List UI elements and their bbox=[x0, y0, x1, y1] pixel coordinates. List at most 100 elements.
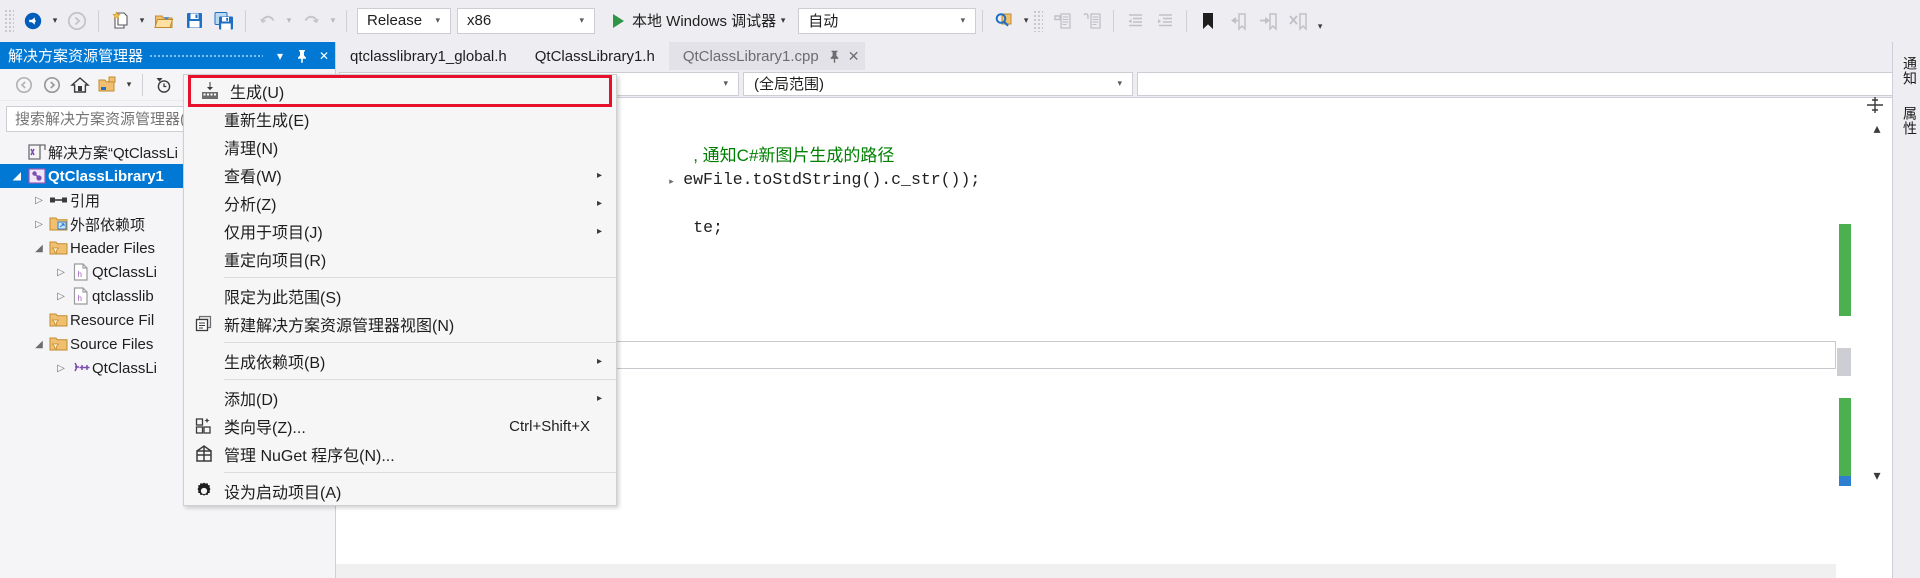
menu-item-新建解决方案资源管理器视图N[interactable]: 新建解决方案资源管理器视图(N) bbox=[184, 310, 616, 338]
navigate-back-button[interactable] bbox=[18, 6, 48, 36]
document-tab-label: qtclasslibrary1_global.h bbox=[350, 47, 507, 65]
bookmark-icon[interactable] bbox=[1193, 6, 1223, 36]
menu-item-重新生成E[interactable]: 重新生成(E) bbox=[184, 105, 616, 133]
find-dropdown[interactable]: ▾ bbox=[1019, 6, 1033, 36]
se-home-icon[interactable] bbox=[66, 72, 94, 98]
scroll-up-icon[interactable]: ▴ bbox=[1866, 120, 1888, 137]
se-show-all-files-icon[interactable] bbox=[94, 72, 122, 98]
find-icon[interactable] bbox=[989, 6, 1019, 36]
next-bookmark-icon[interactable] bbox=[1253, 6, 1283, 36]
class-wizard-icon bbox=[184, 416, 224, 436]
new-item-button[interactable] bbox=[105, 6, 135, 36]
menu-item-生成依赖项B[interactable]: 生成依赖项(B) ▸ bbox=[184, 347, 616, 375]
menu-separator bbox=[224, 472, 616, 473]
menu-item-类向导Z[interactable]: 类向导(Z)... Ctrl+Shift+X bbox=[184, 412, 616, 440]
menu-item-label: 添加(D) bbox=[224, 392, 279, 409]
document-tab-qtclasslibrary1-h[interactable]: QtClassLibrary1.h bbox=[520, 42, 669, 70]
svg-text:h: h bbox=[78, 294, 82, 303]
toolbar-overflow-icon[interactable]: ▾ bbox=[1313, 6, 1327, 36]
menu-item-限定为此范围S[interactable]: 限定为此范围(S) bbox=[184, 282, 616, 310]
start-debugging-dropdown[interactable]: ▾ bbox=[776, 6, 790, 36]
tree-item-label: 外部依赖项 bbox=[70, 216, 146, 234]
expand-arrow-closed-icon[interactable]: ▷ bbox=[30, 219, 48, 230]
menu-separator bbox=[224, 379, 616, 380]
se-pending-changes-icon[interactable] bbox=[149, 72, 177, 98]
chevron-down-icon: ▾ bbox=[1117, 78, 1122, 88]
toolbar-separator-1 bbox=[98, 9, 99, 32]
save-all-button[interactable] bbox=[209, 6, 239, 36]
se-show-all-files-dropdown[interactable]: ▾ bbox=[122, 70, 136, 100]
menu-item-添加D[interactable]: 添加(D) ▸ bbox=[184, 384, 616, 412]
debug-target-combo[interactable]: 自动 ▾ bbox=[798, 7, 977, 34]
expand-arrow-closed-icon[interactable]: ▷ bbox=[52, 267, 70, 278]
solution-configuration-combo[interactable]: Release ▾ bbox=[357, 7, 451, 34]
toolbar-grip[interactable] bbox=[4, 8, 14, 33]
toolbar-separator-2 bbox=[245, 9, 246, 32]
submenu-arrow-icon: ▸ bbox=[596, 169, 602, 181]
close-icon[interactable]: ✕ bbox=[313, 44, 335, 68]
menu-item-label: 类向导(Z)... bbox=[224, 420, 306, 437]
se-forward-icon[interactable] bbox=[38, 72, 66, 98]
save-button[interactable] bbox=[179, 6, 209, 36]
split-view-icon[interactable] bbox=[1866, 96, 1888, 114]
expand-arrow-closed-icon[interactable]: ▷ bbox=[52, 363, 70, 374]
fold-marker-icon[interactable]: ▸ bbox=[669, 169, 683, 193]
navigate-forward-button[interactable] bbox=[62, 6, 92, 36]
open-file-button[interactable] bbox=[149, 6, 179, 36]
tool-tab-properties[interactable]: 属性 bbox=[1894, 100, 1920, 142]
build-icon bbox=[190, 81, 230, 101]
redo-button[interactable] bbox=[296, 6, 326, 36]
solution-platform-combo[interactable]: x86 ▾ bbox=[457, 7, 595, 34]
menu-item-重定向项目R[interactable]: 重定向项目(R) bbox=[184, 245, 616, 273]
svg-text:h: h bbox=[78, 270, 82, 279]
submenu-arrow-icon: ▸ bbox=[596, 355, 602, 367]
navbar-scope-combo[interactable]: (全局范围) ▾ bbox=[743, 71, 1133, 96]
pin-icon[interactable] bbox=[829, 50, 840, 63]
uncomment-icon[interactable] bbox=[1077, 6, 1107, 36]
undo-dropdown[interactable]: ▾ bbox=[282, 6, 296, 36]
chevron-down-icon: ▾ bbox=[960, 15, 966, 25]
window-dropdown-icon[interactable]: ▾ bbox=[269, 44, 291, 68]
menu-item-管理-NuGet-程序包N[interactable]: 管理 NuGet 程序包(N)... bbox=[184, 440, 616, 468]
horizontal-scrollbar[interactable] bbox=[336, 564, 1836, 578]
menu-item-label: 设为启动项目(A) bbox=[224, 485, 342, 502]
navbar-member-combo[interactable]: ▾ bbox=[1137, 71, 1917, 96]
vertical-scrollbar-thumb[interactable] bbox=[1837, 348, 1851, 376]
expand-arrow-open-icon[interactable]: ◢ bbox=[30, 339, 48, 350]
menu-item-分析Z[interactable]: 分析(Z) ▸ bbox=[184, 189, 616, 217]
document-tab-qtclasslibrary1-cpp[interactable]: QtClassLibrary1.cpp ✕ bbox=[668, 42, 866, 70]
comment-icon[interactable] bbox=[1047, 6, 1077, 36]
tree-item-label: Header Files bbox=[70, 239, 156, 257]
submenu-arrow-icon: ▸ bbox=[596, 392, 602, 404]
se-back-icon[interactable] bbox=[10, 72, 38, 98]
clear-bookmarks-icon[interactable] bbox=[1283, 6, 1313, 36]
prev-bookmark-icon[interactable] bbox=[1223, 6, 1253, 36]
menu-item-生成U[interactable]: 生成(U) bbox=[188, 75, 612, 107]
expand-arrow-open-icon[interactable]: ◢ bbox=[30, 243, 48, 254]
menu-item-设为启动项目A[interactable]: 设为启动项目(A) bbox=[184, 477, 616, 505]
document-tab-qtclasslibrary1-global-h[interactable]: qtclasslibrary1_global.h bbox=[336, 42, 521, 70]
new-item-dropdown[interactable]: ▾ bbox=[135, 6, 149, 36]
tool-tab-notifications[interactable]: 通知 bbox=[1894, 50, 1920, 92]
titlebar-drag-dots[interactable] bbox=[149, 42, 263, 69]
pin-icon[interactable] bbox=[291, 44, 313, 68]
menu-item-仅用于项目J[interactable]: 仅用于项目(J) ▸ bbox=[184, 217, 616, 245]
redo-dropdown[interactable]: ▾ bbox=[326, 6, 340, 36]
navigate-back-dropdown[interactable]: ▾ bbox=[48, 6, 62, 36]
toolbar-separator-3 bbox=[346, 9, 347, 32]
scroll-down-icon[interactable]: ▾ bbox=[1866, 467, 1888, 484]
expand-arrow-open-icon[interactable]: ◢ bbox=[8, 171, 26, 182]
start-debugging-button[interactable]: 本地 Windows 调试器 ▾ bbox=[605, 7, 792, 35]
cpp-file-icon bbox=[70, 360, 92, 376]
expand-arrow-closed-icon[interactable]: ▷ bbox=[30, 195, 48, 206]
toolbar-grip-2[interactable] bbox=[1033, 9, 1044, 32]
submenu-arrow-icon: ▸ bbox=[596, 197, 602, 209]
decrease-indent-icon[interactable] bbox=[1120, 6, 1150, 36]
menu-item-查看W[interactable]: 查看(W) ▸ bbox=[184, 161, 616, 189]
undo-button[interactable] bbox=[252, 6, 282, 36]
close-tab-icon[interactable]: ✕ bbox=[848, 48, 860, 65]
menu-item-清理N[interactable]: 清理(N) bbox=[184, 133, 616, 161]
expand-arrow-closed-icon[interactable]: ▷ bbox=[52, 291, 70, 302]
ext-deps-icon bbox=[48, 216, 70, 232]
increase-indent-icon[interactable] bbox=[1150, 6, 1180, 36]
